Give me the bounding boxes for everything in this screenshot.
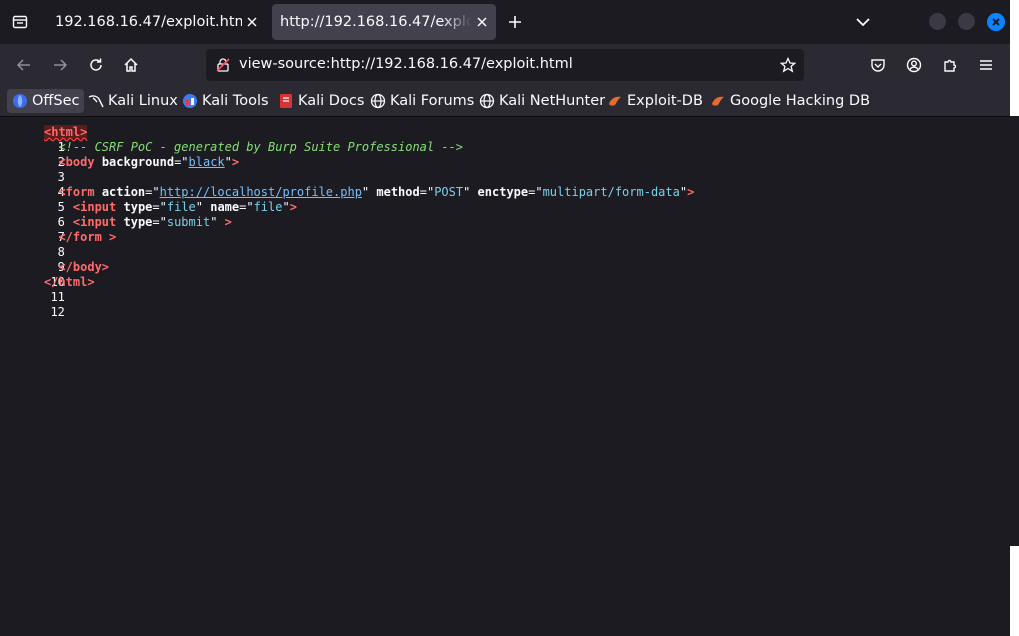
input-name-value: file [253,200,283,214]
source-line: 12 [0,290,1000,319]
url-bar[interactable]: view-source:http://192.168.16.47/exploit… [206,49,804,81]
source-line: 7 <input type="submit" > [0,215,1000,244]
source-line: 2 <!-- CSRF PoC - generated by Burp Suit… [0,140,1000,169]
bookmark-star-button[interactable] [779,56,797,77]
minimize-button[interactable] [929,13,946,30]
chevron-down-icon [856,18,870,27]
html-open-tag: <html> [44,125,88,139]
bookmark-kali-docs[interactable]: Kali Docs [278,89,364,113]
view-source-content: 1 <html> 2 <!-- CSRF PoC - generated by … [0,117,1010,636]
forward-button[interactable] [47,52,73,78]
bookmark-label: Kali Forums [390,93,475,109]
kali-tools-icon [182,93,198,109]
bookmark-label: Kali Docs [298,93,365,109]
form-action-link[interactable]: http://localhost/profile.php [160,185,362,199]
bookmark-kali-forums[interactable]: Kali Forums [370,89,474,113]
pocket-icon [871,59,885,72]
bookmark-label: Kali Tools [202,93,269,109]
kali-docs-icon [278,93,294,109]
tab-title: http://192.168.16.47/exploit.h [280,14,472,30]
bookmark-label: Google Hacking DB [730,93,871,109]
pocket-button[interactable] [865,52,891,78]
source-line: 1 <html> [0,125,1000,154]
source-line: 8 </form > [0,230,1000,259]
bookmark-kali-nethunter[interactable]: Kali NetHunter [479,89,605,113]
tab-exploit-html[interactable]: 192.168.16.47/exploit.html [44,4,268,40]
maximize-button[interactable] [958,13,975,30]
close-icon [247,17,257,27]
menu-button[interactable] [973,52,999,78]
form-enctype-value: multipart/form-data [542,185,680,199]
source-line: 6 <input type="file" name="file"> [0,200,1000,229]
reload-icon [90,58,102,71]
background-window-edge [1010,0,1019,636]
home-button[interactable] [118,52,144,78]
tab-strip: 192.168.16.47/exploit.html http://192.16… [0,0,1010,44]
source-line: 5 <form action="http://localhost/profile… [0,185,1000,214]
source-comment: <!-- CSRF PoC - generated by Burp Suite … [58,140,464,154]
kali-dragon-icon [88,93,104,109]
star-icon [779,56,797,73]
input-type-value: file [166,200,196,214]
bookmark-label: Exploit-DB [627,93,703,109]
bookmark-label: Kali Linux [108,93,178,109]
hamburger-icon [980,60,992,70]
tab-title: 192.168.16.47/exploit.html [55,14,242,30]
account-button[interactable] [901,52,927,78]
firefox-view-button[interactable] [6,8,34,36]
source-line: 3 <body background="black"> [0,155,1000,184]
offsec-icon [12,93,28,109]
bookmark-label: Kali NetHunter [499,93,606,109]
bookmarks-toolbar: OffSec Kali Linux Kali Tools Kali Docs K… [0,86,1010,117]
home-icon [124,57,138,72]
insecure-connection-icon[interactable] [215,57,231,77]
form-method-value: POST [434,185,464,199]
bookmark-kali-linux[interactable]: Kali Linux [88,89,178,113]
bookmark-label: OffSec [32,93,80,109]
bookmark-exploit-db[interactable]: Exploit-DB [607,89,703,113]
close-icon [992,18,1000,26]
extensions-button[interactable] [937,52,963,78]
source-line: 11 </html> [0,275,1000,304]
bookmark-kali-tools[interactable]: Kali Tools [182,89,269,113]
arrow-left-icon [16,59,30,71]
window-close-button[interactable] [987,13,1005,31]
tab-close-button[interactable] [242,12,262,32]
puzzle-icon [944,59,957,72]
source-line: 10 </body> [0,260,1000,289]
exploit-db-icon [607,93,623,109]
globe-icon [479,93,495,109]
bookmark-google-hacking-db[interactable]: Google Hacking DB [710,89,870,113]
exploit-db-icon [710,93,726,109]
source-line: 4 [0,170,1000,199]
new-tab-button[interactable] [503,10,527,34]
account-icon [906,57,922,73]
tab-close-button[interactable] [472,12,492,32]
bookmark-offsec[interactable]: OffSec [7,89,84,113]
source-line: 9 [0,245,1000,274]
firefox-view-icon [12,15,28,29]
url-text[interactable]: view-source:http://192.168.16.47/exploit… [239,56,573,72]
line-number: 12 [50,305,65,319]
list-all-tabs-button[interactable] [852,12,874,32]
reload-button[interactable] [83,52,109,78]
arrow-right-icon [54,59,68,71]
close-icon [477,17,487,27]
body-background-value[interactable]: black [189,155,225,169]
navigation-toolbar: view-source:http://192.168.16.47/exploit… [0,44,1010,86]
back-button[interactable] [11,52,37,78]
plus-icon [509,16,521,28]
input-type-value: submit [166,215,211,229]
tab-view-source[interactable]: http://192.168.16.47/exploit.h [272,4,496,40]
globe-icon [370,93,386,109]
